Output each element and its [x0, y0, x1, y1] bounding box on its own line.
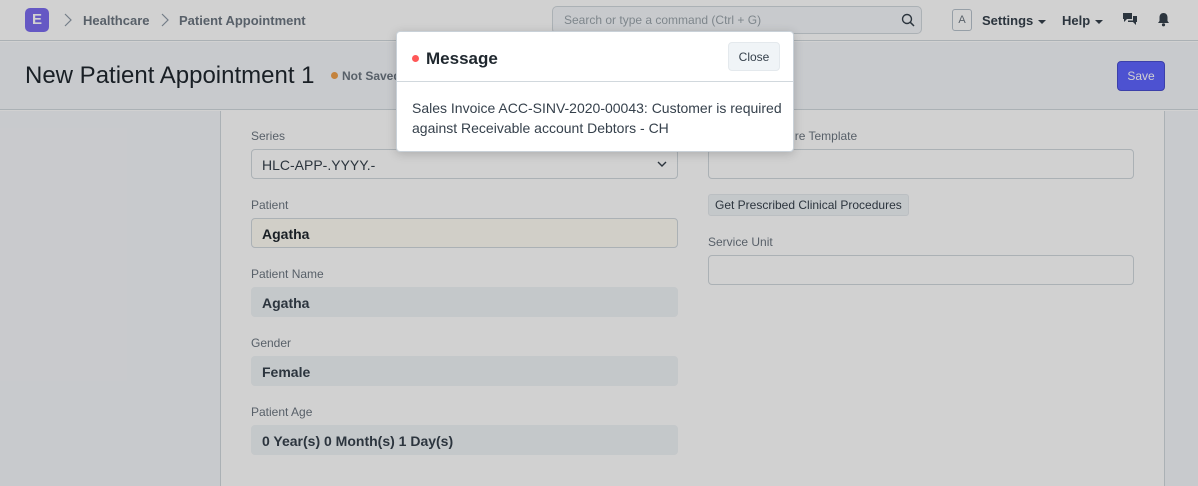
error-indicator-icon [412, 55, 419, 62]
dialog-message: Sales Invoice ACC-SINV-2020-00043: Custo… [412, 100, 782, 136]
dialog-header: Message Close [397, 32, 793, 82]
message-dialog: Message Close Sales Invoice ACC-SINV-202… [396, 31, 794, 152]
close-button[interactable]: Close [728, 42, 780, 71]
dialog-title: Message [426, 49, 498, 68]
